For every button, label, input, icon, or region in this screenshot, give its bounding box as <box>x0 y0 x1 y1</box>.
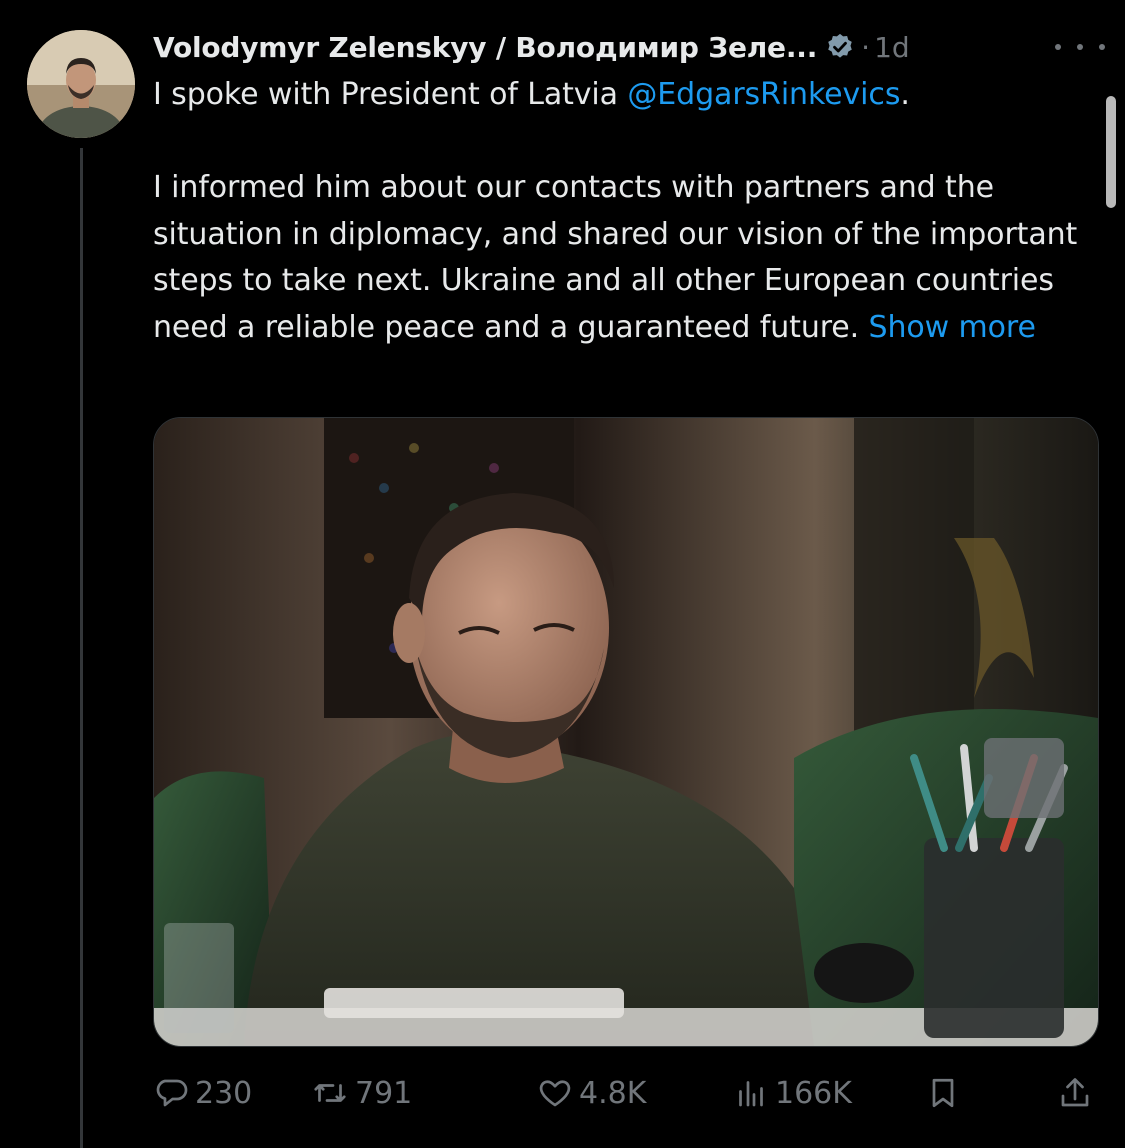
repost-button[interactable]: 791 <box>311 1066 412 1120</box>
more-options-icon[interactable] <box>1055 32 1105 62</box>
tweet-text: I spoke with President of Latvia @Edgars… <box>153 72 1093 351</box>
text-suffix: . <box>900 77 910 112</box>
like-count: 4.8K <box>579 1075 647 1111</box>
tweet-actions: 230 791 4.8K 166K <box>153 1066 1093 1120</box>
verified-badge-icon[interactable] <box>825 32 855 62</box>
tweet-paragraph-2: I informed him about our contacts with p… <box>153 165 1093 351</box>
views-count: 166K <box>775 1075 852 1111</box>
reply-icon <box>156 1079 188 1107</box>
text-prefix: I spoke with President of Latvia <box>153 77 628 112</box>
avatar[interactable] <box>27 30 135 138</box>
tweet-photo[interactable] <box>153 417 1099 1047</box>
repost-count: 791 <box>355 1075 413 1111</box>
bookmark-button[interactable] <box>925 1066 967 1120</box>
views-button[interactable]: 166K <box>733 1066 852 1120</box>
like-button[interactable]: 4.8K <box>537 1066 646 1120</box>
bookmark-icon <box>932 1078 954 1108</box>
tweet-header: Volodymyr Zelenskyy / Володимир Зеле... … <box>153 24 1105 70</box>
repost-icon <box>314 1084 346 1102</box>
show-more-link[interactable]: Show more <box>869 310 1036 345</box>
scrollbar[interactable] <box>1106 96 1116 208</box>
author-name[interactable]: Volodymyr Zelenskyy / Володимир Зеле... <box>153 31 817 64</box>
views-icon <box>739 1081 763 1107</box>
tweet-paragraph-1: I spoke with President of Latvia @Edgars… <box>153 72 1093 119</box>
thread-line <box>80 148 83 1148</box>
reply-count: 230 <box>195 1075 253 1111</box>
share-button[interactable] <box>1057 1066 1099 1120</box>
time-separator: · <box>861 30 871 64</box>
share-icon <box>1061 1078 1089 1107</box>
timestamp[interactable]: 1d <box>874 31 910 64</box>
reply-button[interactable]: 230 <box>153 1066 252 1120</box>
heart-icon <box>539 1080 571 1107</box>
mention-link[interactable]: @EdgarsRinkevics <box>627 77 900 112</box>
